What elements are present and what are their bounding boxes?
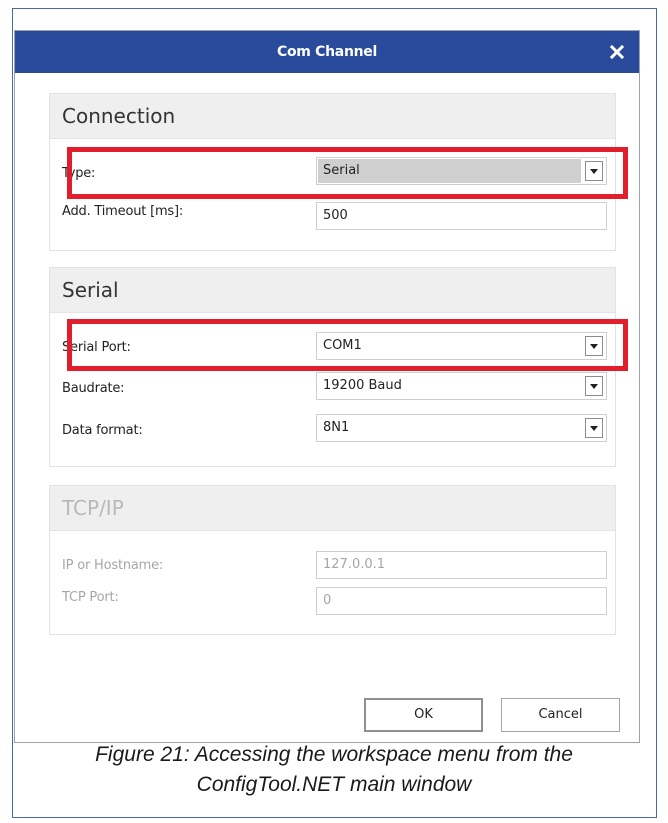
serial-port-dropdown-button[interactable] (585, 336, 603, 356)
tcpip-group-header: TCP/IP (50, 486, 615, 531)
timeout-input-value: 500 (323, 208, 348, 223)
tcpip-group-title: TCP/IP (62, 496, 124, 520)
type-label: Type: (62, 166, 96, 181)
tcp-port-input[interactable]: 0 (316, 587, 607, 615)
com-channel-dialog: Com Channel Connection Type: Serial Add.… (14, 30, 640, 743)
ok-button[interactable]: OK (364, 698, 483, 732)
timeout-input[interactable]: 500 (316, 202, 607, 230)
serial-group: Serial Serial Port: COM1 Baudrate: 19200… (49, 267, 616, 467)
connection-group-title: Connection (62, 104, 176, 128)
serial-port-select-value: COM1 (323, 338, 362, 353)
tcp-port-input-value: 0 (323, 593, 332, 608)
timeout-label: Add. Timeout [ms]: (62, 204, 184, 219)
baudrate-label: Baudrate: (62, 381, 125, 396)
type-select-value: Serial (323, 163, 360, 178)
tcp-port-label: TCP Port: (62, 590, 119, 605)
close-button[interactable] (603, 38, 631, 66)
hostname-input[interactable]: 127.0.0.1 (316, 551, 607, 579)
chevron-down-icon (590, 426, 598, 431)
data-format-select[interactable]: 8N1 (316, 414, 607, 442)
baudrate-dropdown-button[interactable] (585, 376, 603, 396)
connection-group: Connection Type: Serial Add. Timeout [ms… (49, 93, 616, 251)
hostname-label: IP or Hostname: (62, 558, 164, 573)
cancel-button[interactable]: Cancel (501, 698, 620, 732)
type-dropdown-button[interactable] (585, 161, 603, 181)
serial-port-select[interactable]: COM1 (316, 332, 607, 360)
data-format-label: Data format: (62, 423, 143, 438)
figure-caption-line-1: Figure 21: Accessing the workspace menu … (95, 743, 573, 766)
tcpip-group: TCP/IP IP or Hostname: 127.0.0.1 TCP Por… (49, 485, 616, 635)
serial-port-label: Serial Port: (62, 340, 131, 355)
figure-caption-line-2: ConfigTool.NET main window (196, 773, 472, 796)
type-select[interactable]: Serial (316, 157, 607, 185)
figure-caption: Figure 21: Accessing the workspace menu … (14, 740, 654, 800)
baudrate-select[interactable]: 19200 Baud (316, 372, 607, 400)
chevron-down-icon (590, 344, 598, 349)
baudrate-select-value: 19200 Baud (323, 378, 402, 393)
hostname-input-value: 127.0.0.1 (323, 557, 386, 572)
chevron-down-icon (590, 169, 598, 174)
close-icon (609, 44, 625, 60)
chevron-down-icon (590, 384, 598, 389)
connection-group-header: Connection (50, 94, 615, 139)
data-format-dropdown-button[interactable] (585, 418, 603, 438)
serial-group-title: Serial (62, 278, 119, 302)
dialog-titlebar: Com Channel (15, 31, 639, 73)
data-format-select-value: 8N1 (323, 420, 350, 435)
dialog-title: Com Channel (277, 44, 377, 60)
serial-group-header: Serial (50, 268, 615, 313)
